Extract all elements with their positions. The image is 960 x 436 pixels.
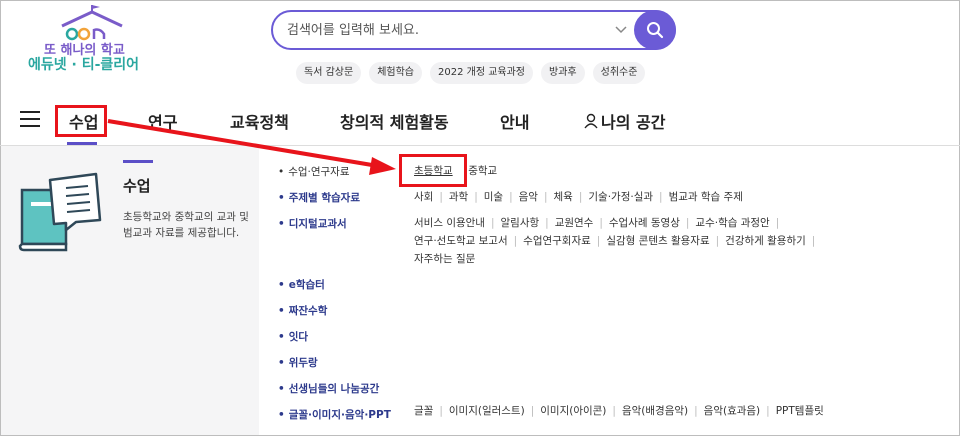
menu-category[interactable]: 수업·연구자료 [278,164,349,179]
book-chat-icon [18,172,102,252]
submenu-item[interactable]: 중학교 [468,165,497,177]
submenu-item[interactable]: 자주하는 질문 [414,253,475,265]
chevron-down-icon[interactable] [613,21,629,37]
submenu-item[interactable]: 이미지(일러스트) [449,405,525,417]
search-button[interactable] [634,10,676,50]
nav-item-research[interactable]: 연구 [148,109,177,133]
menu-category[interactable]: 디지털교과서 [278,216,347,231]
submenu-item[interactable]: 기술·가정·실과 [588,191,653,203]
submenu-item[interactable]: 교원연수 [555,217,594,229]
submenu-item[interactable]: 미술 [484,191,503,203]
menu-category[interactable]: e학습터 [278,277,325,292]
submenu-item[interactable]: 이미지(아이콘) [540,405,606,417]
nav-my-space-label: 나의 공간 [601,113,666,132]
tag-item[interactable]: 독서 감상문 [296,62,362,84]
logo-text-line2: 에듀넷 · 티-클리어 [28,57,140,73]
main-nav: 수업 연구 교육정책 창의적 체험활동 안내 나의 공간 [0,97,960,145]
menu-category[interactable]: 주제별 학습자료 [278,190,360,205]
tag-item[interactable]: 방과후 [541,62,585,84]
submenu-item[interactable]: 체육 [554,191,573,203]
submenu-item[interactable]: 초등학교 [414,165,453,177]
submenu-item[interactable]: 음악(배경음악) [622,405,688,417]
section-title: 수업 [123,177,151,195]
submenu-item[interactable]: PPT템플릿 [776,405,824,417]
search-icon [647,22,664,39]
submenu-item[interactable]: 글꼴 [414,405,433,417]
menu-category[interactable]: 짜잔수학 [278,303,328,318]
menu-category[interactable]: 선생님들의 나눔공간 [278,381,380,396]
submenu-item[interactable]: 연구·선도학교 보고서 [414,235,508,247]
submenu-row: 초등학교|중학교 [414,162,864,180]
submenu-item[interactable]: 사회 [414,191,433,203]
submenu-item[interactable]: 과학 [449,191,468,203]
submenu-item[interactable]: 서비스 이용안내 [414,217,485,229]
tag-item[interactable]: 체험학습 [369,62,422,84]
submenu-item[interactable]: 범교과 학습 주제 [669,191,743,203]
submenu-row: 글꼴 | 이미지(일러스트) | 이미지(아이콘) | 음악(배경음악) | 음악(효과음) | P… [414,405,824,417]
nav-item-policy[interactable]: 교육정책 [230,109,289,133]
popular-tags: 독서 감상문 체험학습 2022 개정 교육과정 방과후 성취수준 [296,62,646,84]
tag-item[interactable]: 성취수준 [592,62,646,84]
nav-item-activities[interactable]: 창의적 체험활동 [340,109,449,133]
menu-icon[interactable] [20,111,40,127]
section-accent-bar [123,160,153,163]
submenu-item[interactable]: 건강하게 활용하기 [725,235,806,247]
user-icon [584,113,598,129]
submenu-item[interactable]: 실감형 콘텐츠 활용자료 [606,235,709,247]
menu-category[interactable]: 글꼴·이미지·음악·PPT [278,407,391,422]
nav-item-my-space[interactable]: 나의 공간 [584,109,665,133]
submenu-item[interactable]: 수업연구회자료 [523,235,591,247]
submenu-item[interactable]: 음악(효과음) [704,405,761,417]
search-box [271,10,676,50]
tag-item[interactable]: 2022 개정 교육과정 [430,62,534,84]
nav-item-guide[interactable]: 안내 [500,109,529,133]
submenu-item[interactable]: 알림사항 [501,217,540,229]
submenu-row: 서비스 이용안내 | 알림사항 | 교원연수 | 수업사례 동영상 | 교수·학습 과정안 | 연… [414,217,816,265]
menu-category[interactable]: 잇다 [278,329,308,344]
submenu-row: 사회 | 과학 | 미술 | 음악 | 체육 | 기술·가정·실과 | 범교과 학습 주제 [414,191,743,203]
nav-item-class[interactable]: 수업 [69,109,98,133]
submenu-item[interactable]: 수업사례 동영상 [609,217,680,229]
submenu-item[interactable]: 음악 [519,191,538,203]
search-input[interactable] [287,20,607,40]
section-description: 초등학교와 중학교의 교과 및 범교과 자료를 제공합니다. [123,211,249,239]
site-logo[interactable]: 또 해나의 학교 에듀넷 · 티-클리어 [20,4,160,82]
menu-category[interactable]: 위두랑 [278,355,318,370]
submenu-item[interactable]: 교수·학습 과정안 [695,217,769,229]
